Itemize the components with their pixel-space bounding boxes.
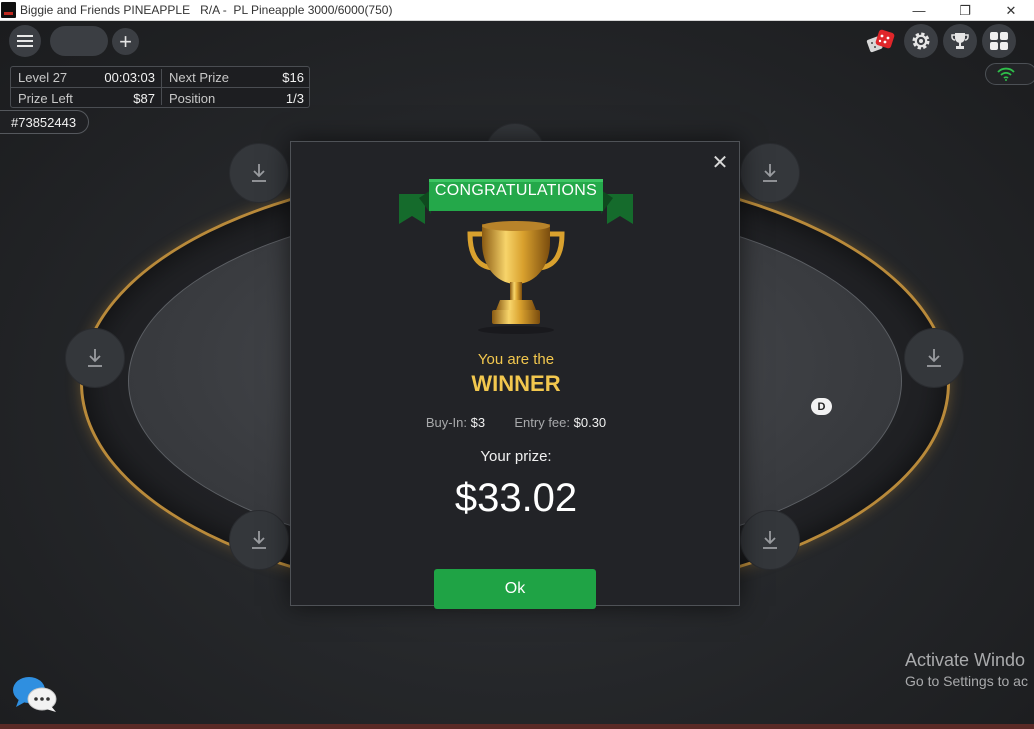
bottom-strip xyxy=(0,724,1034,729)
congratulations-banner-text: CONGRATULATIONS xyxy=(434,182,598,199)
winner-dialog: ✕ CONGRATULATIONS You are the WINNER Buy… xyxy=(290,141,741,609)
close-dialog-button[interactable]: ✕ xyxy=(711,153,729,173)
dice-icon[interactable] xyxy=(866,27,898,55)
next-prize-info: Next Prize $16 xyxy=(162,67,310,87)
prize-label: Your prize: xyxy=(480,448,552,465)
settings-button[interactable] xyxy=(904,24,938,58)
minimize-button[interactable]: — xyxy=(896,0,942,21)
close-window-button[interactable]: ✕ xyxy=(988,0,1034,21)
gold-trophy-icon xyxy=(467,221,565,334)
prize-left-label: Prize Left xyxy=(18,90,73,106)
level-info: Level 27 00:03:03 xyxy=(11,67,161,87)
empty-seat[interactable] xyxy=(229,510,289,570)
connection-status xyxy=(985,63,1034,85)
window-title-bar: Biggie and Friends PINEAPPLE R/A - PL Pi… xyxy=(0,0,1034,21)
empty-seat[interactable] xyxy=(65,328,125,388)
activation-title: Activate Windo xyxy=(905,650,1026,670)
grid-icon xyxy=(990,32,1008,50)
position-info: Position 1/3 xyxy=(162,88,310,108)
entry-fee-value: $0.30 xyxy=(573,415,607,430)
empty-seat[interactable] xyxy=(229,143,289,203)
sit-down-icon xyxy=(763,164,777,182)
winner-subtitle: You are the xyxy=(477,351,555,368)
activation-watermark: Activate Windo Go to Settings to ac xyxy=(905,650,1028,689)
menu-button[interactable] xyxy=(9,25,41,57)
wifi-icon xyxy=(997,67,1015,81)
winner-title: WINNER xyxy=(471,371,561,396)
buyin-value: $3 xyxy=(470,415,486,430)
buyin-label: Buy-In: xyxy=(425,415,468,430)
empty-seat[interactable] xyxy=(740,143,800,203)
ok-button[interactable]: Ok xyxy=(434,569,596,609)
restore-button[interactable]: ❐ xyxy=(942,0,988,21)
add-table-button[interactable]: + xyxy=(112,28,139,55)
sit-down-icon xyxy=(252,164,266,182)
table-id-badge: #73852443 xyxy=(0,110,90,134)
sit-down-icon xyxy=(763,531,777,549)
position-label: Position xyxy=(169,90,216,106)
fees-line: Buy-In: $3 Entry fee: $0.30 xyxy=(291,415,741,430)
sit-down-icon xyxy=(927,349,941,367)
level-timer: 00:03:03 xyxy=(104,69,155,85)
game-area: + Level 27 00:03:03 Next Prize $16 Prize… xyxy=(0,21,1034,729)
prize-amount: $33.02 xyxy=(454,476,578,520)
app-logo-icon xyxy=(1,2,16,18)
next-prize-label: Next Prize xyxy=(169,69,229,85)
sit-down-icon xyxy=(252,531,266,549)
trophy-icon xyxy=(951,33,969,49)
activation-subtitle: Go to Settings to ac xyxy=(905,673,1028,689)
hamburger-icon xyxy=(17,40,33,42)
position-value: 1/3 xyxy=(285,90,304,106)
level-label: Level 27 xyxy=(18,69,68,85)
tournament-info-panel: Level 27 00:03:03 Next Prize $16 Prize L… xyxy=(10,66,310,108)
entry-fee-label: Entry fee: xyxy=(514,415,570,430)
sit-down-icon xyxy=(88,349,102,367)
empty-seat[interactable] xyxy=(904,328,964,388)
prize-left-value: $87 xyxy=(133,90,155,106)
dealer-button: D xyxy=(811,398,832,415)
empty-seat[interactable] xyxy=(740,510,800,570)
gear-icon xyxy=(912,32,930,50)
chat-icon[interactable] xyxy=(11,675,59,715)
prize-left-info: Prize Left $87 xyxy=(11,88,161,108)
next-prize-value: $16 xyxy=(282,69,304,85)
tournament-button[interactable] xyxy=(943,24,977,58)
lobby-button[interactable] xyxy=(982,24,1016,58)
table-tab[interactable] xyxy=(50,26,108,56)
window-title: Biggie and Friends PINEAPPLE R/A - PL Pi… xyxy=(20,3,393,17)
